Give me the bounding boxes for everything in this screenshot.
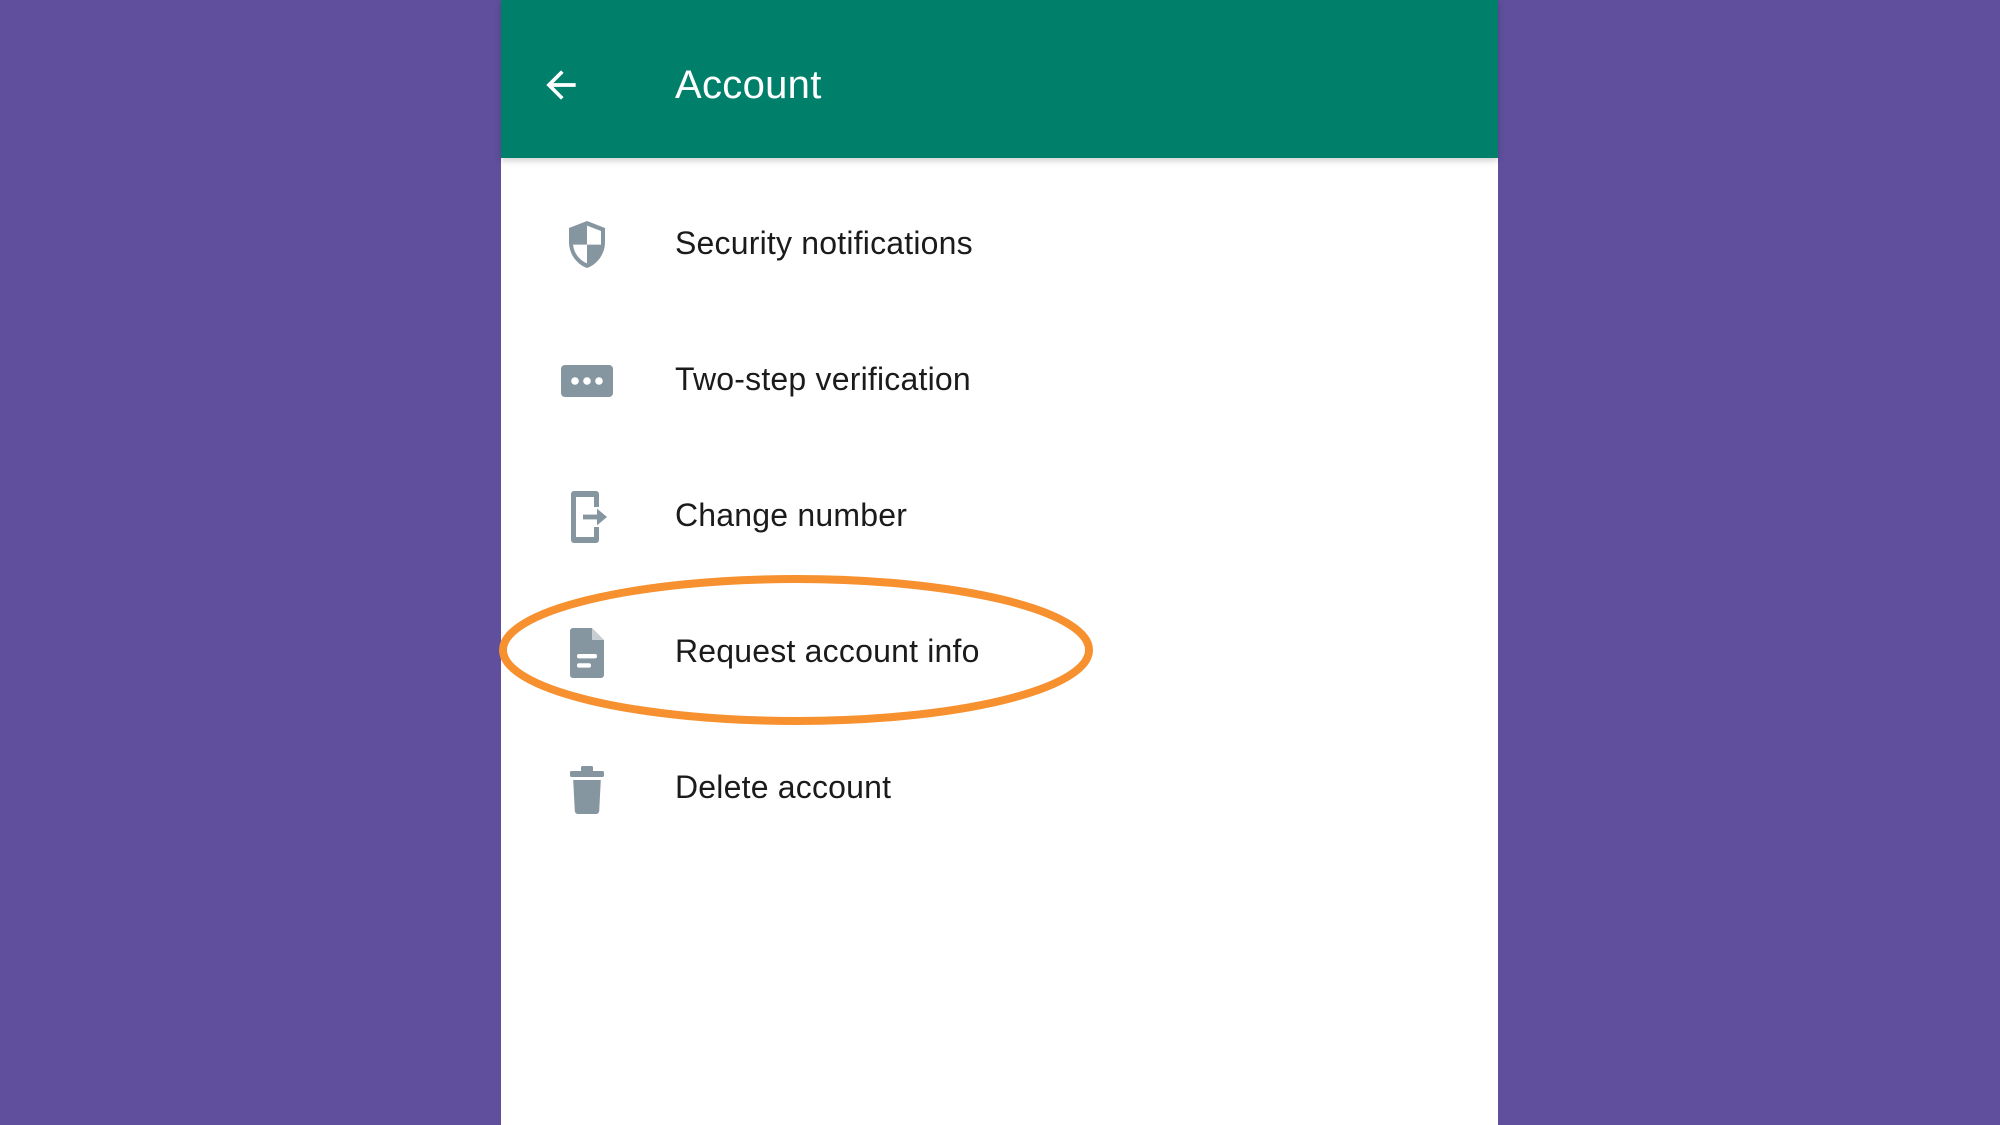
menu-item-label: Change number bbox=[675, 497, 908, 533]
back-button[interactable] bbox=[535, 59, 587, 111]
menu-item-label: Two-step verification bbox=[675, 361, 971, 397]
menu-item-delete-account[interactable]: Delete account bbox=[501, 720, 1498, 856]
password-dots-icon bbox=[557, 355, 617, 407]
menu-item-change-number[interactable]: Change number bbox=[501, 448, 1498, 584]
app-bar: Account bbox=[501, 0, 1498, 158]
menu-item-two-step-verification[interactable]: Two-step verification bbox=[501, 312, 1498, 448]
document-icon bbox=[557, 627, 617, 679]
menu-item-request-account-info[interactable]: Request account info bbox=[501, 584, 1498, 720]
phone-export-icon bbox=[557, 491, 617, 543]
arrow-left-icon bbox=[546, 70, 576, 100]
menu-item-label: Request account info bbox=[675, 633, 980, 669]
account-settings-screen: Account Security notifications Two-step … bbox=[501, 0, 1498, 1125]
menu-item-security-notifications[interactable]: Security notifications bbox=[501, 176, 1498, 312]
page-title: Account bbox=[675, 63, 822, 107]
shield-icon bbox=[557, 219, 617, 271]
menu-item-label: Security notifications bbox=[675, 225, 973, 261]
trash-icon bbox=[557, 763, 617, 815]
menu-item-label: Delete account bbox=[675, 769, 892, 805]
